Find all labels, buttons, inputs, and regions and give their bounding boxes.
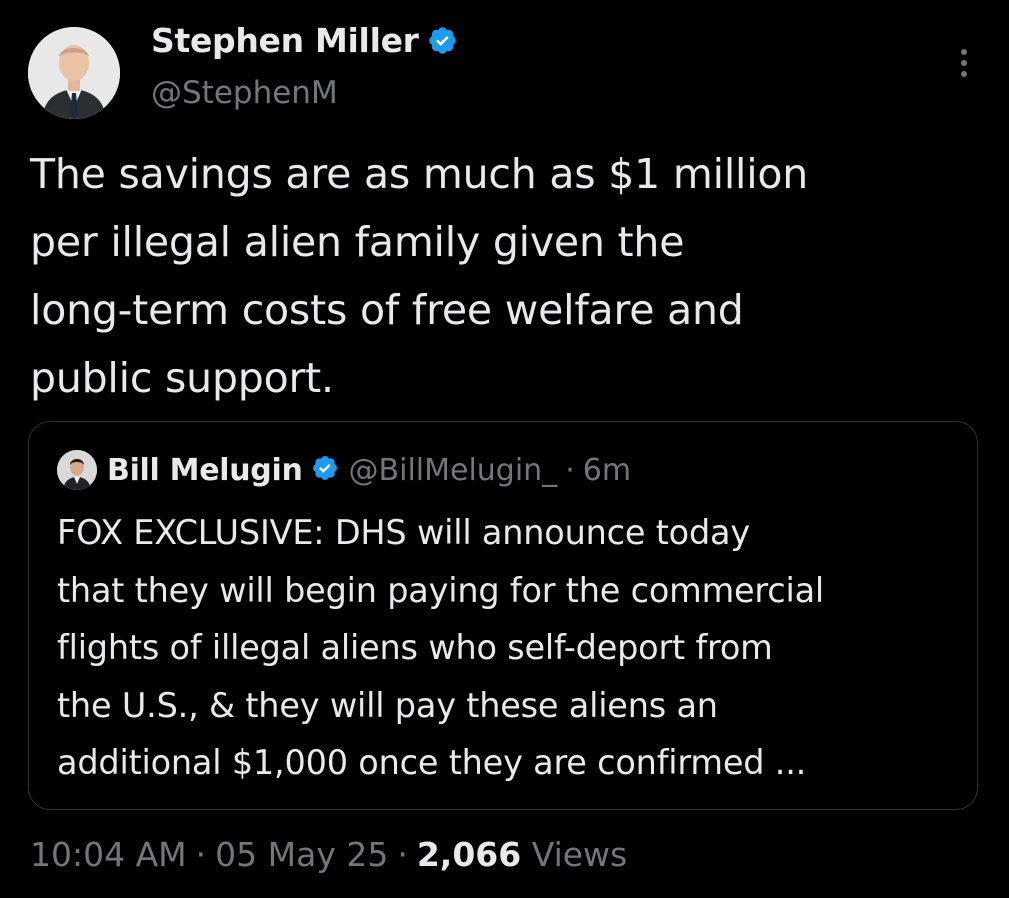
tweet-text-line: public support. <box>30 354 334 402</box>
views-label: Views <box>531 835 628 874</box>
author-handle[interactable]: @StephenM <box>151 75 338 111</box>
quote-text: FOX EXCLUSIVE: DHS will announce today t… <box>57 504 962 792</box>
quote-text-line: FOX EXCLUSIVE: DHS will announce today <box>57 513 750 552</box>
more-dot <box>961 71 967 77</box>
meta-separator: · <box>397 835 408 874</box>
quote-text-line: flights of illegal aliens who self-depor… <box>57 628 773 667</box>
person-icon <box>28 27 120 119</box>
author-name[interactable]: Stephen Miller <box>151 21 458 64</box>
quote-text-line: the U.S., & they will pay these aliens a… <box>57 685 718 725</box>
quote-text-line: that they will begin paying for the comm… <box>57 570 825 610</box>
quote-avatar[interactable] <box>57 450 97 490</box>
verified-badge-icon <box>427 25 458 64</box>
more-dot <box>961 49 967 55</box>
quote-author-handle[interactable]: @BillMelugin_ <box>349 453 558 488</box>
quote-separator: · <box>565 452 575 488</box>
author-avatar[interactable] <box>28 27 120 119</box>
tweet-text-line: The savings are as much as $1 million <box>30 150 809 198</box>
verified-badge-icon <box>311 454 339 486</box>
tweet-text-line: long-term costs of free welfare and <box>30 286 744 334</box>
quote-tweet-card[interactable]: Bill Melugin @BillMelugin_ · 6m FOX EXCL… <box>28 421 978 810</box>
tweet-date[interactable]: 05 May 25 <box>215 835 388 874</box>
tweet-text: The savings are as much as $1 million pe… <box>30 140 985 412</box>
meta-separator: · <box>195 835 207 874</box>
person-icon <box>57 450 97 490</box>
quote-author-name[interactable]: Bill Melugin <box>107 453 303 488</box>
tweet-meta: 10:04 AM · 05 May 25 · 2,066 Views <box>30 835 627 874</box>
author-name-text: Stephen Miller <box>151 21 419 60</box>
views-count[interactable]: 2,066 <box>417 835 521 874</box>
quote-header: Bill Melugin @BillMelugin_ · 6m <box>57 450 631 490</box>
quote-timestamp[interactable]: 6m <box>583 453 631 488</box>
more-dot <box>961 60 967 66</box>
quote-text-line: additional $1,000 once they are confirme… <box>57 743 807 782</box>
tweet-time[interactable]: 10:04 AM <box>30 835 187 874</box>
tweet-text-line: per illegal alien family given the <box>30 218 685 266</box>
more-options-button[interactable] <box>944 40 984 86</box>
